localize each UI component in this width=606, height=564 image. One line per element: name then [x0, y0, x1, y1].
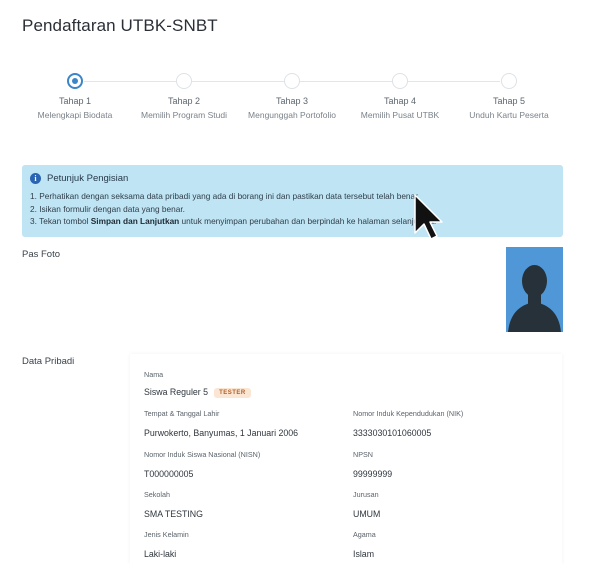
- instructions-box: i Petunjuk Pengisian 1. Perhatikan denga…: [22, 165, 563, 237]
- step-1-indicator: [67, 73, 83, 89]
- field-jurusan: Jurusan UMUM: [353, 490, 380, 519]
- field-nik: Nomor Induk Kependudukan (NIK) 333303010…: [353, 409, 463, 438]
- field-nik-value: 3333030101060005: [353, 428, 432, 438]
- instruction-item-3: 3. Tekan tombol Simpan dan Lanjutkan unt…: [30, 215, 555, 228]
- field-jenis-kelamin-value: Laki-laki: [144, 549, 177, 559]
- field-npsn-label: NPSN: [353, 450, 373, 459]
- field-ttl: Tempat & Tanggal Lahir Purwokerto, Banyu…: [144, 409, 298, 438]
- step-2-indicator: [176, 73, 192, 89]
- field-ttl-value: Purwokerto, Banyumas, 1 Januari 2006: [144, 428, 299, 438]
- field-jenis-kelamin-label: Jenis Kelamin: [144, 530, 189, 539]
- field-agama: Agama Islam: [353, 530, 376, 559]
- field-nisn-value: T000000005: [144, 469, 194, 479]
- field-jurusan-value: UMUM: [353, 509, 381, 519]
- step-4-indicator: [392, 73, 408, 89]
- field-sekolah: Sekolah SMA TESTING: [144, 490, 203, 519]
- field-sekolah-value: SMA TESTING: [144, 509, 203, 519]
- instruction-item-3-post: untuk menyimpan perubahan dan berpindah …: [179, 216, 437, 226]
- instructions-list: 1. Perhatikan dengan seksama data pribad…: [30, 190, 555, 228]
- instruction-item-3-bold: Simpan dan Lanjutkan: [90, 216, 180, 226]
- field-nama-value: Siswa Reguler 5: [144, 387, 209, 397]
- field-nisn-label: Nomor Induk Siswa Nasional (NISN): [144, 450, 261, 459]
- page-title: Pendaftaran UTBK-SNBT: [22, 16, 218, 35]
- field-agama-value: Islam: [353, 549, 375, 559]
- field-jurusan-label: Jurusan: [353, 490, 379, 499]
- field-sekolah-label: Sekolah: [144, 490, 170, 499]
- field-nama-label: Nama: [144, 370, 164, 379]
- personal-data-card: Nama Siswa Reguler 5 TESTER Tempat & Tang…: [130, 354, 562, 564]
- field-nisn: Nomor Induk Siswa Nasional (NISN) T00000…: [144, 450, 260, 479]
- field-npsn: NPSN 99999999: [353, 450, 392, 479]
- info-icon: i: [30, 172, 41, 184]
- tester-badge: TESTER: [214, 388, 251, 398]
- step-5-title: Tahap 5: [492, 96, 526, 106]
- person-silhouette-icon: [506, 247, 563, 332]
- instructions-title: Petunjuk Pengisian: [47, 172, 129, 184]
- field-nama: Nama Siswa Reguler 5 TESTER: [144, 370, 251, 398]
- instruction-item-1: 1. Perhatikan dengan seksama data pribad…: [30, 191, 420, 201]
- step-5[interactable]: Tahap 5 Unduh Kartu Peserta: [444, 70, 574, 120]
- mouse-pointer-icon: [414, 194, 443, 240]
- step-5-indicator: [501, 73, 517, 89]
- field-agama-label: Agama: [353, 530, 376, 539]
- instructions-header: i Petunjuk Pengisian: [30, 171, 555, 185]
- step-3-indicator: [284, 73, 300, 89]
- field-nama-row: Siswa Reguler 5 TESTER: [144, 387, 251, 398]
- progress-stepper: Tahap 1 Melengkapi Biodata Tahap 2 Memil…: [0, 70, 606, 130]
- instruction-item-3-pre: 3. Tekan tombol: [30, 216, 91, 226]
- field-jenis-kelamin: Jenis Kelamin Laki-laki: [144, 530, 189, 559]
- field-nik-label: Nomor Induk Kependudukan (NIK): [353, 409, 464, 418]
- field-ttl-label: Tempat & Tanggal Lahir: [144, 409, 220, 418]
- step-5-subtitle: Unduh Kartu Peserta: [469, 110, 549, 120]
- field-npsn-value: 99999999: [353, 469, 393, 479]
- instruction-item-2: 2. Isikan formulir dengan data yang bena…: [30, 203, 185, 214]
- data-pribadi-label: Data Pribadi: [22, 356, 75, 367]
- pas-foto-label: Pas Foto: [22, 249, 61, 260]
- profile-photo: [506, 247, 563, 332]
